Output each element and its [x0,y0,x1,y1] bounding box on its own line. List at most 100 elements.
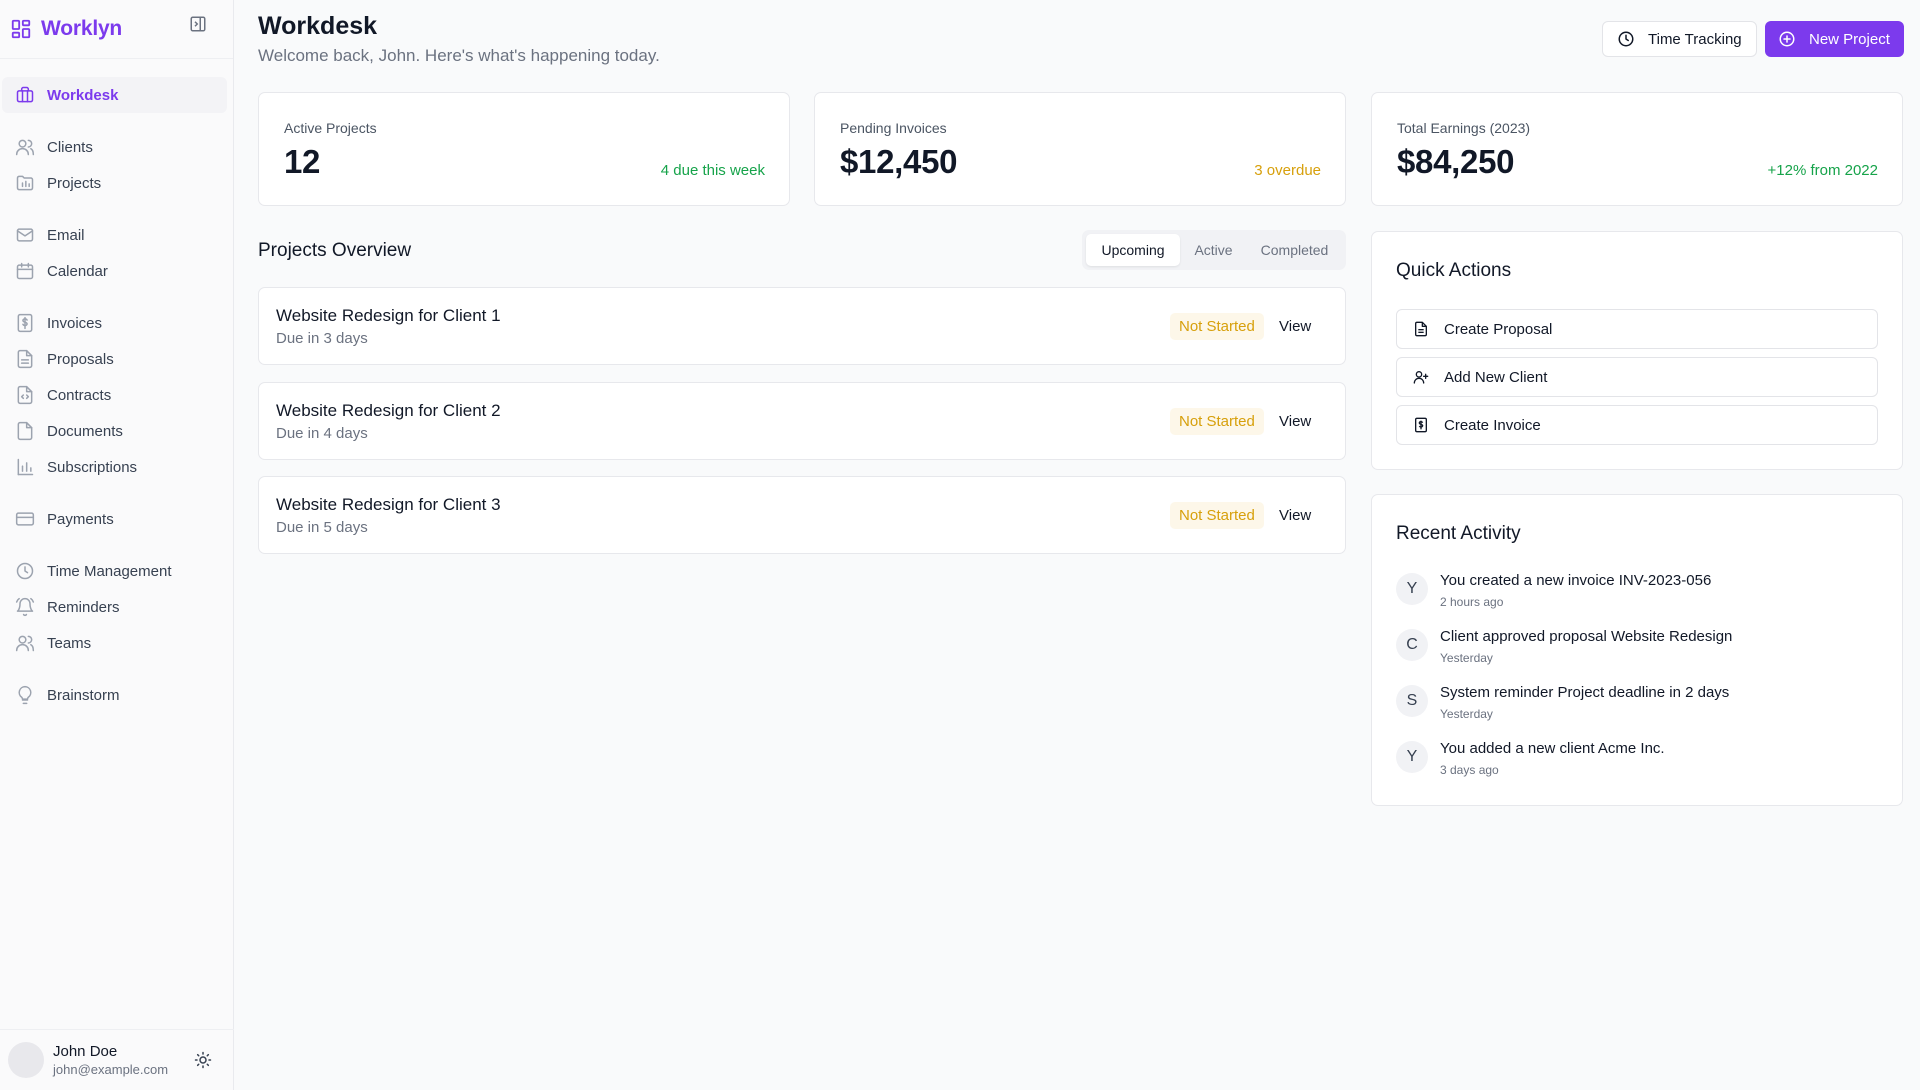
stat-card-pending-invoices: Pending Invoices $12,450 3 overdue [814,92,1346,206]
create-invoice-label: Create Invoice [1444,416,1541,434]
activity-item: Y You created a new invoice INV-2023-056… [1396,572,1876,622]
stat-value: $84,250 [1397,143,1515,180]
time-tracking-button[interactable]: Time Tracking [1602,21,1757,57]
status-badge: Not Started [1170,408,1264,435]
new-project-button[interactable]: New Project [1765,21,1904,57]
sun-icon[interactable] [194,1051,212,1069]
user-name: John Doe [53,1043,118,1060]
sidebar-item-label: Invoices [47,314,103,332]
tab-active[interactable]: Active [1180,234,1247,266]
sidebar-item-reminders[interactable]: Reminders [2,589,227,625]
quick-actions-panel: Quick Actions Create Proposal Add New Cl… [1371,231,1903,470]
grid-logo-icon [10,18,32,40]
sidebar-nav: Workdesk Clients Projects Email Calendar Invo… [0,59,233,713]
quick-actions-title: Quick Actions [1396,260,1512,281]
bell-icon [15,597,35,617]
status-badge: Not Started [1170,313,1264,340]
status-badge: Not Started [1170,502,1264,529]
project-due: Due in 3 days [276,330,368,347]
project-name: Website Redesign for Client 3 [276,495,501,514]
activity-text: Client approved proposal Website Redesig… [1440,628,1733,645]
nav-group: Clients Projects [0,129,233,201]
stat-note: 3 overdue [1254,162,1321,179]
sidebar-item-subscriptions[interactable]: Subscriptions [2,449,227,485]
collapse-sidebar-icon[interactable] [189,15,207,33]
page-title: Workdesk [258,12,378,40]
view-button[interactable]: View [1279,502,1311,529]
stat-value: 12 [284,143,321,180]
sidebar-item-workdesk[interactable]: Workdesk [2,77,227,113]
recent-activity-title: Recent Activity [1396,523,1521,544]
view-button[interactable]: View [1279,313,1311,340]
sidebar-item-brainstorm[interactable]: Brainstorm [2,677,227,713]
user-email: john@example.com [53,1062,169,1077]
project-tabs: Upcoming Active Completed [1082,230,1346,270]
sidebar-item-email[interactable]: Email [2,217,227,253]
sidebar-item-label: Teams [47,634,92,652]
tab-completed[interactable]: Completed [1247,234,1342,266]
invoice-icon [15,313,35,333]
sidebar-item-label: Reminders [47,598,120,616]
sidebar-item-calendar[interactable]: Calendar [2,253,227,289]
nav-group: Invoices Proposals Contracts Documents Subsc… [0,305,233,485]
stat-label: Active Projects [284,120,377,136]
project-due: Due in 5 days [276,519,368,536]
sidebar-item-payments[interactable]: Payments [2,501,227,537]
project-card[interactable]: Website Redesign for Client 1 Due in 3 d… [258,287,1346,365]
sidebar-item-contracts[interactable]: Contracts [2,377,227,413]
sidebar-item-invoices[interactable]: Invoices [2,305,227,341]
invoice-icon [1413,417,1429,433]
activity-time: Yesterday [1440,707,1493,721]
sidebar-item-time-management[interactable]: Time Management [2,553,227,589]
nav-group: Brainstorm [0,677,233,713]
sidebar-item-label: Projects [47,174,102,192]
avatar [8,1042,44,1078]
bar-chart-icon [15,457,35,477]
users-icon [15,633,35,653]
activity-time: Yesterday [1440,651,1493,665]
time-tracking-label: Time Tracking [1648,30,1742,48]
stat-label: Total Earnings (2023) [1397,120,1531,136]
projects-overview-title: Projects Overview [258,240,412,261]
users-icon [15,137,35,157]
activity-text: System reminder Project deadline in 2 da… [1440,684,1730,701]
activity-avatar: Y [1396,573,1428,605]
stat-note: 4 due this week [660,162,765,179]
create-proposal-label: Create Proposal [1444,320,1553,338]
create-invoice-button[interactable]: Create Invoice [1396,405,1878,445]
new-project-label: New Project [1809,30,1890,48]
user-profile[interactable]: John Doe john@example.com [0,1029,234,1090]
sidebar-item-label: Subscriptions [47,458,138,476]
view-button[interactable]: View [1279,408,1311,435]
project-card[interactable]: Website Redesign for Client 2 Due in 4 d… [258,382,1346,460]
project-card[interactable]: Website Redesign for Client 3 Due in 5 d… [258,476,1346,554]
nav-group: Email Calendar [0,217,233,289]
project-name: Website Redesign for Client 2 [276,401,501,420]
tab-upcoming[interactable]: Upcoming [1086,234,1180,266]
project-due: Due in 4 days [276,425,368,442]
page-subtitle: Welcome back, John. Here's what's happen… [258,46,660,65]
calendar-icon [15,261,35,281]
lightbulb-icon [15,685,35,705]
sidebar-item-label: Proposals [47,350,114,368]
user-plus-icon [1413,369,1429,385]
sidebar-item-projects[interactable]: Projects [2,165,227,201]
add-new-client-button[interactable]: Add New Client [1396,357,1878,397]
nav-group: Workdesk [0,77,233,113]
sidebar-item-proposals[interactable]: Proposals [2,341,227,377]
activity-item: C Client approved proposal Website Redes… [1396,628,1876,678]
sidebar-item-teams[interactable]: Teams [2,625,227,661]
sidebar-item-label: Contracts [47,386,112,404]
sidebar-item-documents[interactable]: Documents [2,413,227,449]
mail-icon [15,225,35,245]
activity-avatar: S [1396,685,1428,717]
activity-text: You created a new invoice INV-2023-056 [1440,572,1712,589]
stat-label: Pending Invoices [840,120,947,136]
sidebar-item-clients[interactable]: Clients [2,129,227,165]
activity-avatar: C [1396,629,1428,661]
activity-avatar: Y [1396,741,1428,773]
briefcase-icon [15,85,35,105]
create-proposal-button[interactable]: Create Proposal [1396,309,1878,349]
sidebar-item-label: Time Management [47,562,172,580]
brand-name: Worklyn [41,17,123,40]
